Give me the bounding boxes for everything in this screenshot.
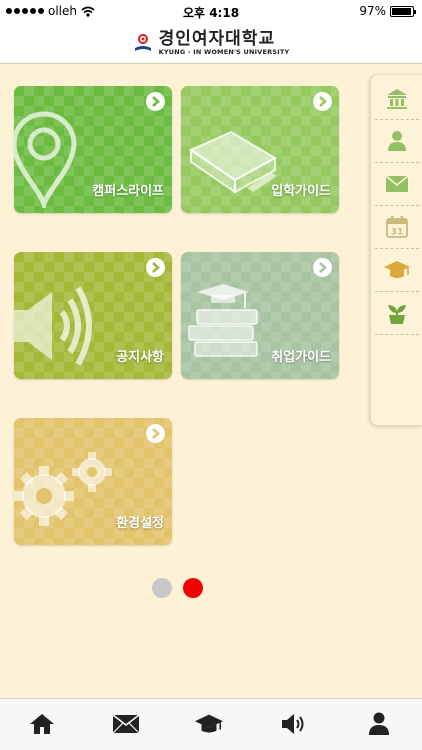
person-icon[interactable] <box>364 711 394 737</box>
logo-english-name: KYUNG - IN WOMEN'S UNIVERSITY <box>158 47 290 56</box>
graduation-cap-icon[interactable] <box>194 711 224 737</box>
tile-label: 공지사항 <box>116 350 164 365</box>
home-icon[interactable] <box>27 711 57 737</box>
books-graduation-cap-icon <box>188 284 258 357</box>
mail-icon[interactable] <box>375 164 419 204</box>
divider <box>375 334 419 335</box>
status-bar: olleh 오후 4:18 97% <box>0 0 422 22</box>
divider <box>375 291 419 292</box>
person-icon[interactable] <box>375 121 419 161</box>
battery-percent: 97% <box>359 4 386 18</box>
divider <box>375 162 419 163</box>
plant-pot-icon[interactable] <box>375 293 419 333</box>
battery-icon <box>390 5 416 17</box>
chevron-right-icon <box>146 258 165 277</box>
divider <box>375 119 419 120</box>
tile-label: 캠퍼스라이프 <box>92 184 164 199</box>
tile-notices[interactable]: 공지사항 <box>14 252 172 379</box>
side-quick-menu: 31 <box>370 74 422 426</box>
chevron-right-icon <box>313 258 332 277</box>
tile-settings[interactable]: 환경설정 <box>14 418 172 545</box>
tile-label: 환경설정 <box>116 516 164 531</box>
speaker-icon[interactable] <box>279 711 309 737</box>
gears-icon <box>14 452 112 526</box>
speaker-icon <box>14 286 92 366</box>
chevron-right-icon <box>146 424 165 443</box>
chevron-right-icon <box>313 92 332 111</box>
app-header: 경인여자대학교 KYUNG - IN WOMEN'S UNIVERSITY <box>0 22 422 64</box>
page-indicator <box>152 578 203 598</box>
page-dot-1[interactable] <box>152 578 172 598</box>
university-logo-icon <box>134 33 151 51</box>
graduation-cap-icon[interactable] <box>375 250 419 290</box>
tile-admission-guide[interactable]: 입학가이드 <box>181 86 339 213</box>
calendar-31-icon[interactable]: 31 <box>375 207 419 247</box>
book-pen-icon <box>188 130 278 194</box>
university-logo: 경인여자대학교 KYUNG - IN WOMEN'S UNIVERSITY <box>159 30 290 56</box>
battery-status: 97% <box>359 4 416 18</box>
chevron-right-icon <box>146 92 165 111</box>
divider <box>375 205 419 206</box>
university-building-icon[interactable] <box>375 79 419 119</box>
divider <box>375 248 419 249</box>
logo-korean-name: 경인여자대학교 <box>158 28 276 49</box>
bottom-tab-bar <box>0 698 422 750</box>
mail-icon[interactable] <box>111 711 141 737</box>
tile-label: 취업가이드 <box>271 350 331 365</box>
map-pin-icon <box>14 111 77 208</box>
tile-employment-guide[interactable]: 취업가이드 <box>181 252 339 379</box>
calendar-day-text: 31 <box>391 228 404 238</box>
tile-campus-life[interactable]: 캠퍼스라이프 <box>14 86 172 213</box>
tile-label: 입학가이드 <box>271 184 331 199</box>
page-dot-2[interactable] <box>183 578 203 598</box>
